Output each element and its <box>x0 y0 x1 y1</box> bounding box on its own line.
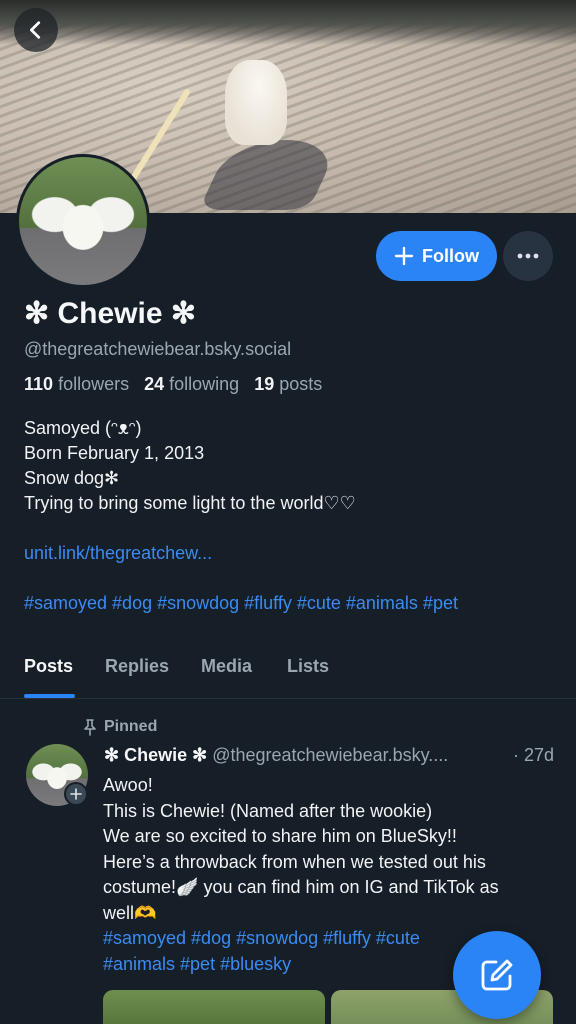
profile-stats: 110 followers 24 following 19 posts <box>24 374 322 395</box>
follow-button[interactable]: Follow <box>376 231 497 281</box>
post-text-line: We are so excited to share him on BlueSk… <box>103 826 457 846</box>
profile-display-name: ✻ Chewie ✻ <box>24 297 196 330</box>
follow-button-label: Follow <box>422 245 479 266</box>
post-text-line: Here’s a throwback from when we tested o… <box>103 851 486 872</box>
followers-label: followers <box>58 374 130 394</box>
post-image[interactable] <box>103 990 325 1024</box>
chevron-left-icon <box>30 21 41 39</box>
banner-dog-shadow <box>198 140 342 210</box>
bio-line: Samoyed (ᵔᴥᵔ) <box>24 418 142 438</box>
banner-treeline <box>0 0 576 30</box>
back-button[interactable] <box>14 8 58 52</box>
pinned-label: Pinned <box>104 718 158 735</box>
pin-icon <box>84 719 96 736</box>
compose-button[interactable] <box>453 931 541 1019</box>
pinned-indicator: Pinned <box>82 718 157 736</box>
post-header: ✻ Chewie ✻ @thegreatchewiebear.bsky.... … <box>104 745 554 766</box>
follow-author-plus-button[interactable] <box>64 782 88 806</box>
post-text-line: well🫶 <box>103 902 157 923</box>
ellipsis-icon <box>517 253 539 259</box>
tab-replies[interactable]: Replies <box>105 656 169 677</box>
banner-dog <box>225 60 287 145</box>
tab-lists[interactable]: Lists <box>287 656 329 677</box>
more-options-button[interactable] <box>503 231 553 281</box>
tab-media[interactable]: Media <box>201 656 252 677</box>
profile-handle: @thegreatchewiebear.bsky.social <box>24 339 292 359</box>
profile-bio: Samoyed (ᵔᴥᵔ) Born February 1, 2013 Snow… <box>24 416 554 616</box>
following-label: following <box>169 374 240 394</box>
posts-stat: 19 posts <box>254 374 322 394</box>
following-stat[interactable]: 24 following <box>144 374 239 394</box>
post-timestamp[interactable]: · 27d <box>513 745 554 766</box>
profile-avatar[interactable] <box>16 154 150 288</box>
post-author-name[interactable]: ✻ Chewie ✻ <box>104 745 207 765</box>
followers-stat[interactable]: 110 followers <box>24 374 129 394</box>
followers-count: 110 <box>24 374 54 394</box>
profile-tabs: Posts Replies Media Lists <box>0 648 576 699</box>
post-text-line: costume!🪽 you can find him on IG and Tik… <box>103 877 499 897</box>
bio-line: Born February 1, 2013 <box>24 443 205 463</box>
bio-link[interactable]: unit.link/thegreatchew... <box>24 541 554 566</box>
plus-icon <box>70 788 82 800</box>
tab-posts[interactable]: Posts <box>24 656 73 677</box>
bio-line: Snow dog✻ <box>24 468 120 488</box>
post-author-handle[interactable]: @thegreatchewiebear.bsky.... <box>212 745 448 765</box>
following-count: 24 <box>144 374 165 394</box>
plus-icon <box>394 246 414 266</box>
posts-count: 19 <box>254 374 275 394</box>
posts-label: posts <box>279 374 323 394</box>
active-tab-indicator <box>24 694 75 698</box>
post-text-line: This is Chewie! (Named after the wookie) <box>103 800 433 821</box>
profile-screen: Follow ✻ Chewie ✻ @thegreatchewiebear.bs… <box>0 0 576 1024</box>
post-text-line: Awoo! <box>103 775 153 795</box>
bio-line: Trying to bring some light to the world♡… <box>24 493 356 513</box>
compose-icon <box>481 959 513 991</box>
bio-hashtags[interactable]: #samoyed #dog #snowdog #fluffy #cute #an… <box>24 591 554 616</box>
